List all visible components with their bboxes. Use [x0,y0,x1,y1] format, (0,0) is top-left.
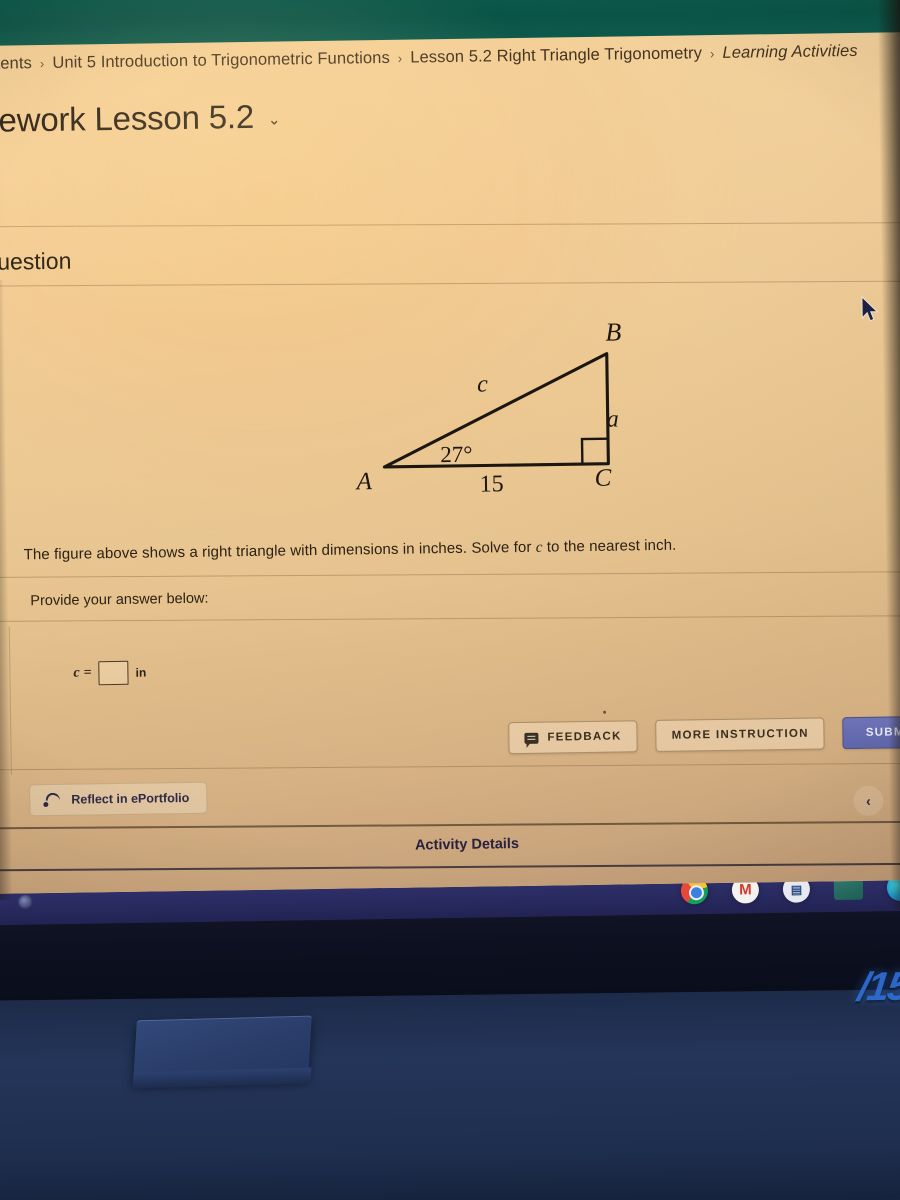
triangle-side-length-15: 15 [479,471,504,498]
activity-details-heading[interactable]: Activity Details [415,836,519,854]
page-title-text: mework Lesson 5.2 [0,97,255,140]
triangle-vertex-label-b: B [605,317,622,347]
divider [0,222,900,228]
triangle-side-label-a: a [606,406,619,433]
reflect-in-eportfolio-button[interactable]: Reflect in ePortfolio [29,781,208,817]
action-button-row: FEEDBACK MORE INSTRUCTION SUBMI [508,715,900,755]
breadcrumb-separator: › [39,55,45,72]
question-prompt: The figure above shows a right triangle … [24,537,677,565]
feedback-button[interactable]: FEEDBACK [508,720,638,755]
previous-page-button[interactable]: ‹ [853,785,884,817]
divider [0,615,900,622]
chat-bubble-icon [524,732,539,744]
feedback-button-label: FEEDBACK [547,730,622,744]
page-title: mework Lesson 5.2 ⌄ [0,97,281,140]
breadcrumb-item-lesson[interactable]: Lesson 5.2 Right Triangle Trigonometry [410,44,702,67]
more-instruction-button[interactable]: MORE INSTRUCTION [655,717,826,752]
chevron-left-icon: ‹ [865,792,871,809]
provide-answer-label: Provide your answer below: [30,590,209,610]
right-triangle-figure: B A C c a 15 27° [334,307,667,512]
triangle-vertex-label-a: A [356,468,373,496]
breadcrumb-item-learning-activities[interactable]: Learning Activities [722,42,857,63]
reflect-button-label: Reflect in ePortfolio [71,790,190,807]
photo-of-laptop-screen: /15 M ▤ Assessments ▾ Communication ▾ [0,0,900,1200]
asus-brand-logo: /15 [855,964,900,1010]
laptop-deck [0,989,900,1200]
breadcrumb: ntents › Unit 5 Introduction to Trigonom… [0,41,900,74]
triangle-side-label-c: c [476,371,489,398]
question-heading: Question [0,247,72,275]
question-prompt-after: to the nearest inch. [542,536,677,556]
breadcrumb-separator: › [397,50,403,66]
divider [0,280,900,287]
question-prompt-before: The figure above shows a right triangle … [23,538,536,564]
divider [0,820,900,830]
breadcrumb-item-unit[interactable]: Unit 5 Introduction to Trigonometric Fun… [52,49,390,73]
decorative-dot [603,710,607,714]
laptop-screen: Assessments ▾ Communication ▾ Resources … [0,0,900,894]
triangle-vertex-label-c: C [594,464,612,492]
browser-page: Assessments ▾ Communication ▾ Resources … [0,0,900,894]
top-navigation-bar: Assessments ▾ Communication ▾ Resources [0,0,900,46]
divider [0,762,900,771]
breadcrumb-item-contents[interactable]: ntents [0,54,32,74]
nav-item-assessments[interactable]: Assessments ▾ [457,0,586,2]
answer-unit-label: in [135,665,147,680]
taskbar-start-orb[interactable] [17,894,34,910]
more-instruction-button-label: MORE INSTRUCTION [671,727,809,742]
triangle-angle-label: 27° [440,441,473,468]
breadcrumb-separator: › [709,46,715,62]
answer-row: c = in [73,660,147,686]
answer-equals-sign: = [83,665,92,681]
reflect-icon [43,793,59,807]
answer-input[interactable] [98,660,129,686]
divider [0,862,900,872]
nav-item-label: Assessments [457,0,573,2]
chevron-down-icon[interactable]: ⌄ [268,110,281,128]
answer-variable-label: c [73,665,80,681]
divider [0,571,900,578]
